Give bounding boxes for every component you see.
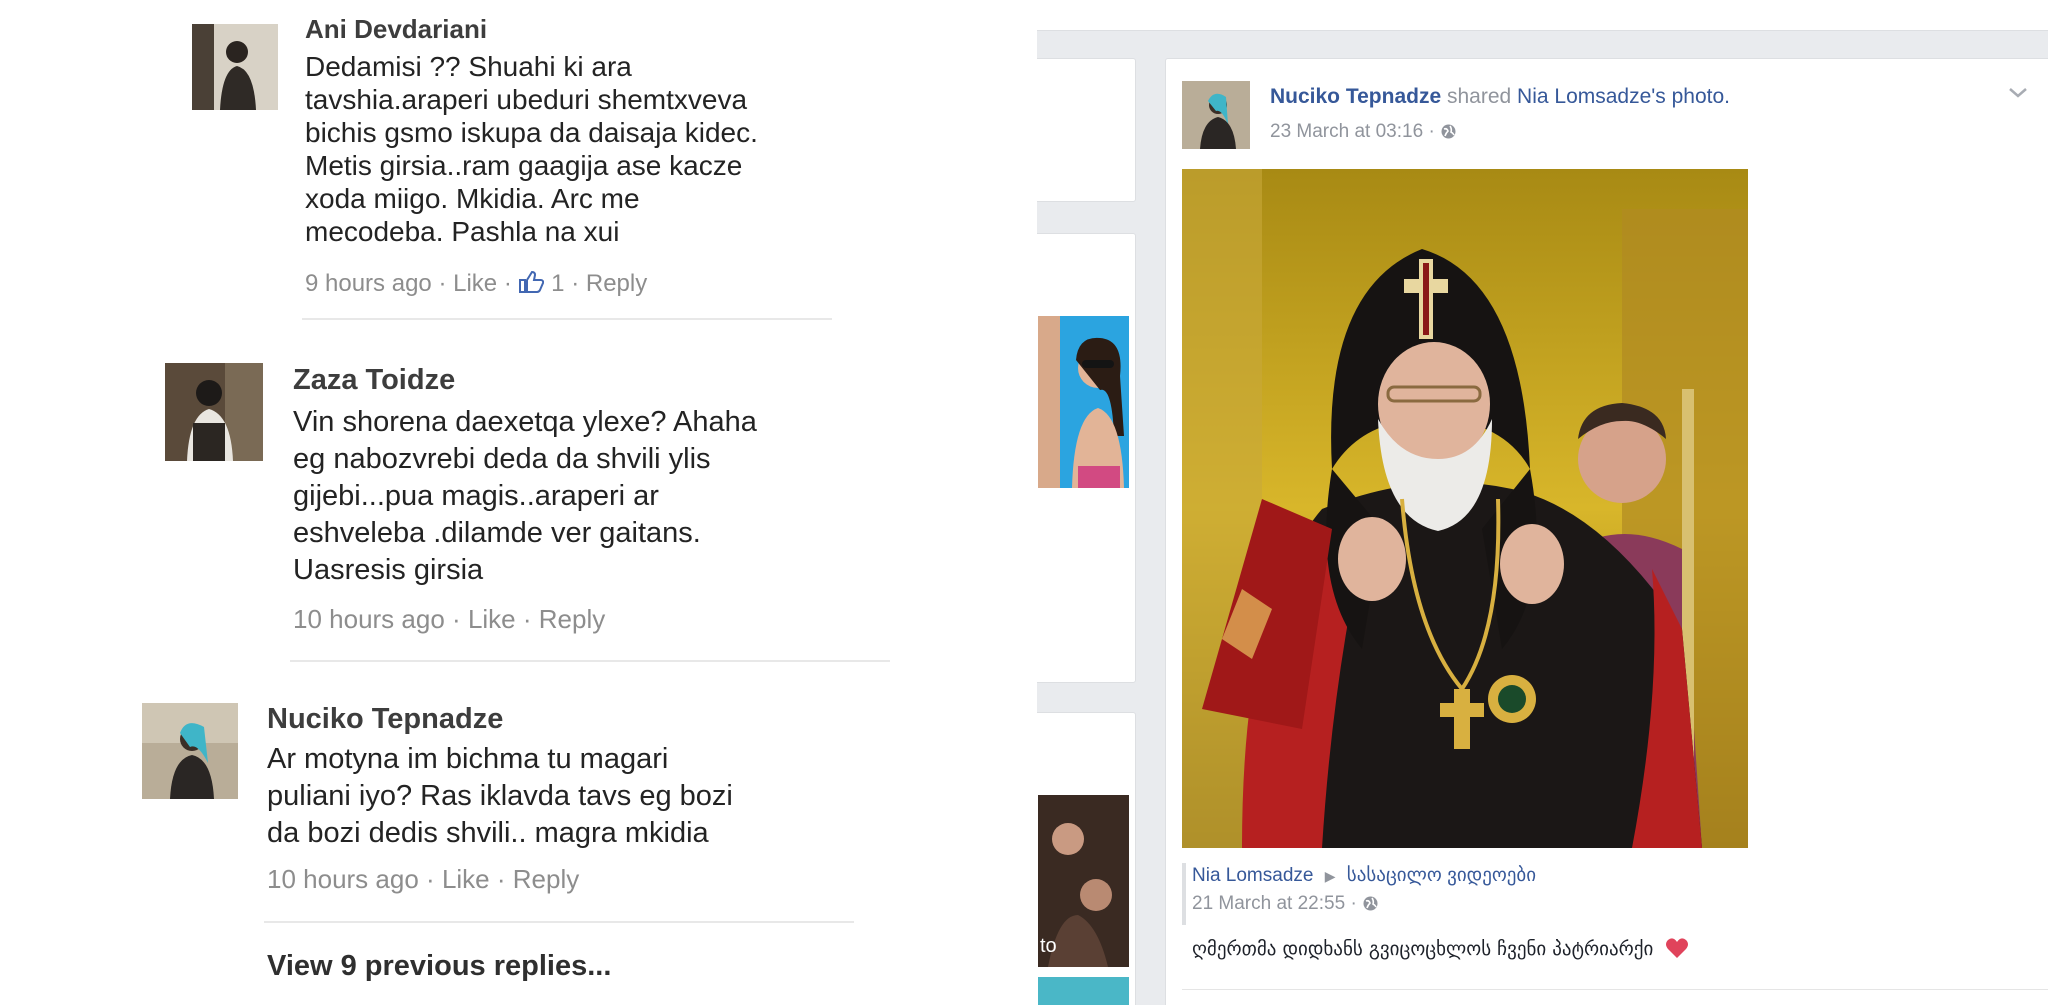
feed-panel: to Nuciko Tepnadze shared Nia Lomsadze's… xyxy=(1037,0,2048,1005)
post-header: Nuciko Tepnadze shared Nia Lomsadze's ph… xyxy=(1270,85,1730,109)
comment-line: mecodeba. Pashla na xui xyxy=(305,216,620,247)
divider xyxy=(264,921,854,923)
comment-text: Vin shorena daexetqa ylexe? Ahaha eg nab… xyxy=(293,404,757,589)
view-previous-replies-link[interactable]: View 9 previous replies... xyxy=(267,950,611,983)
shared-post-block xyxy=(1182,863,1186,925)
comment-author[interactable]: Zaza Toidze xyxy=(293,364,455,397)
comment-meta: 9 hours ago · Like · 1 · Reply xyxy=(305,270,647,301)
comment-meta: 10 hours ago · Like · Reply xyxy=(293,604,606,635)
divider xyxy=(302,318,832,320)
comment-timestamp[interactable]: 10 hours ago xyxy=(267,864,419,895)
comment-line: puliani iyo? Ras iklavda tavs eg bozi xyxy=(267,780,733,812)
thumbs-up-icon xyxy=(518,270,545,301)
comment-line: Metis girsia..ram gaagija ase kacze xyxy=(305,150,743,181)
shared-time-link[interactable]: 21 March at 22:55 xyxy=(1192,893,1345,914)
comment-author[interactable]: Nuciko Tepnadze xyxy=(267,703,503,736)
reply-link[interactable]: Reply xyxy=(513,864,579,895)
chevron-down-icon[interactable] xyxy=(2006,85,2030,106)
post-author-link[interactable]: Nuciko Tepnadze xyxy=(1270,85,1441,108)
avatar[interactable] xyxy=(142,703,238,799)
shared-author-link[interactable]: Nia Lomsadze xyxy=(1192,865,1313,886)
comments-panel: Ani Devdariani Dedamisi ?? Shuahi ki ara… xyxy=(0,0,1037,1005)
comment-meta: 10 hours ago · Like · Reply xyxy=(267,864,580,895)
like-link[interactable]: Like xyxy=(453,270,497,298)
arrow-right-icon: ▶ xyxy=(1324,868,1336,884)
comment-line: eshveleba .dilamde ver gaitans. xyxy=(293,517,701,549)
comment-line: Uasresis girsia xyxy=(293,554,484,586)
comment-text: Ar motyna im bichma tu magari puliani iy… xyxy=(267,741,733,852)
like-link[interactable]: Like xyxy=(442,864,490,895)
sidebar-photo[interactable]: to xyxy=(1038,795,1129,967)
comment-line: Ar motyna im bichma tu magari xyxy=(267,743,669,775)
sidebar-card xyxy=(1037,58,1136,202)
heart-icon xyxy=(1665,937,1689,964)
shared-post-caption: ღმერთმა დიდხანს გვიცოცხლოს ჩვენი პატრიარ… xyxy=(1192,937,1689,964)
avatar[interactable] xyxy=(192,24,278,110)
comment-line: xoda miigo. Mkidia. Arc me xyxy=(305,183,640,214)
shared-target-link[interactable]: სასაცილო ვიდეოები xyxy=(1347,865,1536,886)
globe-icon xyxy=(1362,895,1379,918)
comment-text: Dedamisi ?? Shuahi ki ara tavshia.araper… xyxy=(305,50,758,248)
top-bar xyxy=(1037,0,2048,31)
caption-text: ღმერთმა დიდხანს გვიცოცხლოს ჩვენი პატრიარ… xyxy=(1192,938,1654,960)
post-avatar[interactable] xyxy=(1182,81,1250,149)
comment-line: da bozi dedis shvili.. magra mkidia xyxy=(267,817,709,849)
post-photo[interactable] xyxy=(1182,169,1748,848)
avatar[interactable] xyxy=(165,363,263,461)
comment-line: bichis gsmo iskupa da daisaja kidec. xyxy=(305,117,758,148)
reply-link[interactable]: Reply xyxy=(586,270,647,298)
sidebar-card xyxy=(1037,233,1136,683)
sidebar-photo-caption: to xyxy=(1040,935,1057,957)
divider xyxy=(1182,989,2048,990)
shared-from-link[interactable]: Nia Lomsadze's photo. xyxy=(1517,85,1730,108)
shared-post-timestamp: 21 March at 22:55 · xyxy=(1192,893,1379,918)
sidebar-thumb[interactable] xyxy=(1038,977,1129,1005)
sidebar-photo[interactable] xyxy=(1038,316,1129,488)
like-link[interactable]: Like xyxy=(468,604,516,635)
comment-line: Vin shorena daexetqa ylexe? Ahaha xyxy=(293,406,757,438)
comment-line: eg nabozvrebi deda da shvili ylis xyxy=(293,443,711,475)
post-time-link[interactable]: 23 March at 03:16 xyxy=(1270,121,1423,142)
sidebar-card: to xyxy=(1037,712,1136,1005)
comment-line: gijebi...pua magis..araperi ar xyxy=(293,480,659,512)
comment-timestamp[interactable]: 10 hours ago xyxy=(293,604,445,635)
comment-line: tavshia.araperi ubeduri shemtxveva xyxy=(305,84,748,115)
comment-line: Dedamisi ?? Shuahi ki ara xyxy=(305,51,632,82)
like-count: 1 xyxy=(551,270,565,297)
globe-icon xyxy=(1440,123,1457,146)
divider xyxy=(290,660,890,662)
reply-link[interactable]: Reply xyxy=(539,604,605,635)
post-timestamp: 23 March at 03:16 · xyxy=(1270,121,1457,146)
post-action: shared xyxy=(1446,85,1512,108)
comment-timestamp[interactable]: 9 hours ago xyxy=(305,270,432,298)
comment-author[interactable]: Ani Devdariani xyxy=(305,14,487,45)
post-card: Nuciko Tepnadze shared Nia Lomsadze's ph… xyxy=(1165,58,2048,1005)
shared-post-header: Nia Lomsadze ▶ სასაცილო ვიდეოები xyxy=(1192,864,1536,887)
